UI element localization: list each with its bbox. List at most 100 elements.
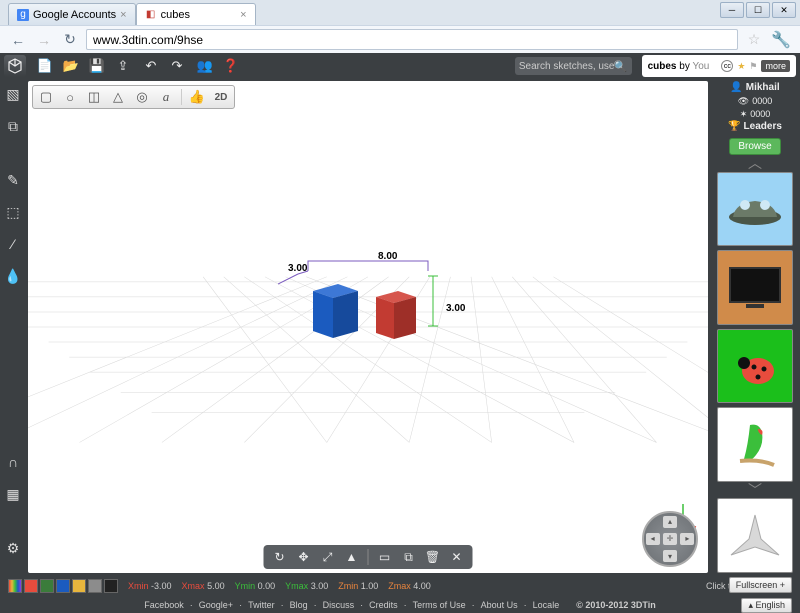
color-swatch-green[interactable] [40, 579, 54, 593]
likes-count: 0000 [750, 108, 770, 121]
username[interactable]: Mikhail [746, 81, 780, 95]
group-icon[interactable]: ▭ [377, 549, 393, 565]
browse-button[interactable]: Browse [729, 138, 780, 155]
sphere-shape-icon[interactable]: ○ [61, 88, 79, 106]
cone-shape-icon[interactable]: △ [109, 88, 127, 106]
color-palette [8, 579, 118, 593]
view-right-button[interactable]: ▸ [680, 533, 694, 545]
user-icon: 👤 [730, 81, 742, 95]
settings-wrench-icon[interactable]: 🔧 [770, 30, 792, 50]
cancel-icon[interactable]: ✕ [449, 549, 465, 565]
star-rating-icon[interactable]: ★ [737, 61, 745, 72]
browser-tab-google-accounts[interactable]: g Google Accounts × [8, 3, 136, 25]
magnet-icon[interactable]: ∩ [4, 453, 22, 471]
view-up-button[interactable]: ▴ [663, 516, 677, 528]
app-top-bar: 📄 📂 💾 ⇪ ↶ ↷ 👥 ❓ 🔍 cubes by You cc ★ ⚑ mo… [0, 53, 800, 79]
footer-link[interactable]: Twitter [248, 600, 275, 610]
copy-icon[interactable]: ⧉ [401, 549, 417, 565]
reload-button[interactable]: ↻ [60, 30, 80, 50]
help-icon[interactable]: ❓ [222, 57, 240, 75]
app-container: 📄 📂 💾 ⇪ ↶ ↷ 👥 ❓ 🔍 cubes by You cc ★ ⚑ mo… [0, 53, 800, 613]
tab-close-icon[interactable]: × [240, 9, 246, 21]
footer-link[interactable]: Facebook [144, 600, 184, 610]
thumbs-up-icon[interactable]: 👍 [188, 88, 206, 106]
footer-link[interactable]: Discuss [323, 600, 355, 610]
gallery-up-button[interactable]: ︿ [748, 159, 762, 167]
mirror-icon[interactable]: ▲ [344, 549, 360, 565]
file-tools: 📄 📂 💾 ⇪ [36, 57, 132, 75]
select-rect-icon[interactable]: ⬚ [4, 203, 22, 221]
users-icon[interactable]: 👥 [196, 57, 214, 75]
app-logo-icon[interactable] [4, 55, 26, 77]
red-cube[interactable] [366, 283, 422, 347]
language-button[interactable]: ▴ English [741, 598, 792, 613]
gallery-thumb-car[interactable] [717, 172, 793, 247]
community-tools: 👥 ❓ [196, 57, 240, 75]
export-icon[interactable]: ⇪ [114, 57, 132, 75]
view-center-button[interactable]: ✛ [663, 533, 677, 545]
bookmark-star-icon[interactable]: ☆ [744, 30, 764, 50]
window-close-button[interactable]: ✕ [772, 2, 796, 18]
2d-toggle-button[interactable]: 2D [212, 88, 230, 106]
color-swatch-red[interactable] [24, 579, 38, 593]
rainbow-swatch[interactable] [8, 579, 22, 593]
search-icon[interactable]: 🔍 [614, 60, 628, 73]
footer-link[interactable]: Blog [290, 600, 308, 610]
browser-tab-cubes[interactable]: ◧ cubes × [136, 3, 256, 25]
eyedropper-icon[interactable]: 💧 [4, 267, 22, 285]
rotate-icon[interactable]: ↻ [272, 549, 288, 565]
color-swatch-yellow[interactable] [72, 579, 86, 593]
settings-icon[interactable]: ⚙ [4, 539, 22, 557]
more-button[interactable]: more [761, 60, 790, 72]
url-input[interactable] [86, 29, 738, 50]
search-box: 🔍 [515, 57, 632, 75]
open-file-icon[interactable]: 📂 [62, 57, 80, 75]
gallery-thumb-ladybug[interactable] [717, 329, 793, 404]
window-minimize-button[interactable]: ─ [720, 2, 744, 18]
move-icon[interactable]: ✥ [296, 549, 312, 565]
3d-viewport[interactable]: 3.00 8.00 3.00 [28, 81, 708, 573]
color-swatch-black[interactable] [104, 579, 118, 593]
history-tools: ↶ ↷ [142, 57, 186, 75]
fullscreen-button[interactable]: Fullscreen + [729, 577, 792, 593]
color-swatch-blue[interactable] [56, 579, 70, 593]
trash-icon[interactable]: 🗑 [425, 549, 441, 565]
footer-link[interactable]: Locale [533, 600, 560, 610]
cube-shape-icon[interactable]: ▢ [37, 88, 55, 106]
duplicate-icon[interactable]: ⧉ [4, 117, 22, 135]
footer-link[interactable]: About Us [481, 600, 518, 610]
brush-icon[interactable]: ⁄ [4, 235, 22, 253]
tab-close-icon[interactable]: × [120, 9, 126, 21]
user-block: 👤Mikhail 👁0000 ✶0000 🏆Leaders [728, 81, 782, 134]
footer-link[interactable]: Terms of Use [413, 600, 466, 610]
gallery-thumb-shuttle[interactable] [717, 498, 793, 573]
text-shape-icon[interactable]: a [157, 88, 175, 106]
footer-link[interactable]: Credits [369, 600, 398, 610]
gallery-down-button[interactable]: ﹀ [748, 486, 762, 494]
window-maximize-button[interactable]: ☐ [746, 2, 770, 18]
undo-icon[interactable]: ↶ [142, 57, 160, 75]
search-input[interactable] [519, 58, 614, 74]
view-down-button[interactable]: ▾ [663, 550, 677, 562]
forward-button[interactable]: → [34, 30, 54, 50]
redo-icon[interactable]: ↷ [168, 57, 186, 75]
new-file-icon[interactable]: 📄 [36, 57, 54, 75]
flag-icon[interactable]: ⚑ [749, 61, 757, 72]
leaders-label[interactable]: Leaders [744, 120, 782, 134]
torus-shape-icon[interactable]: ◎ [133, 88, 151, 106]
address-bar: ← → ↻ ☆ 🔧 [0, 25, 800, 53]
view-left-button[interactable]: ◂ [646, 533, 660, 545]
save-icon[interactable]: 💾 [88, 57, 106, 75]
add-shape-icon[interactable]: ▧ [4, 85, 22, 103]
gallery-thumb-parrot[interactable] [717, 407, 793, 482]
gallery-thumb-tv[interactable] [717, 250, 793, 325]
pencil-icon[interactable]: ✎ [4, 171, 22, 189]
blue-cube[interactable] [303, 276, 363, 346]
footer-link[interactable]: Google+ [199, 600, 233, 610]
right-panel: 👤Mikhail 👁0000 ✶0000 🏆Leaders Browse ︿ ﹀ [710, 79, 800, 575]
color-swatch-gray[interactable] [88, 579, 102, 593]
scale-icon[interactable]: ⤢ [320, 549, 336, 565]
back-button[interactable]: ← [8, 30, 28, 50]
grid-toggle-icon[interactable]: ▦ [4, 485, 22, 503]
cylinder-shape-icon[interactable]: ◫ [85, 88, 103, 106]
